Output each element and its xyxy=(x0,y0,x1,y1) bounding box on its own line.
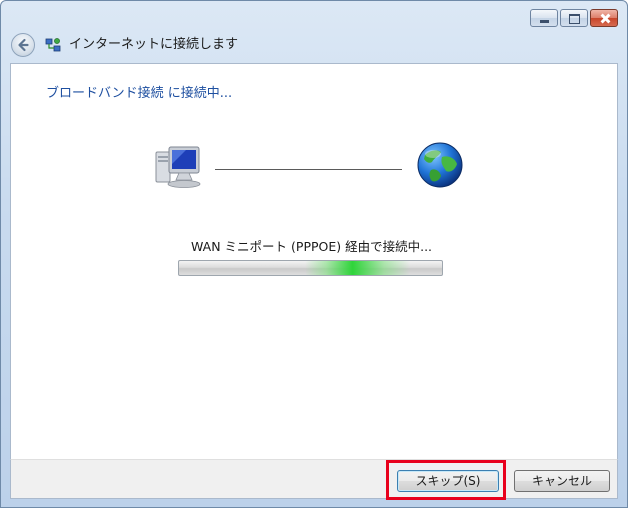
connection-line xyxy=(215,169,402,170)
close-button[interactable] xyxy=(590,9,618,27)
globe-icon xyxy=(417,142,463,188)
page-heading: ブロードバンド接続 に接続中... xyxy=(46,86,233,101)
back-arrow-icon xyxy=(18,38,29,52)
window-title: インターネットに接続します xyxy=(69,37,239,52)
connect-to-internet-window: インターネットに接続します ブロードバンド接続 に接続中... WAN ミニポー… xyxy=(0,0,628,508)
skip-button[interactable]: スキップ(S) xyxy=(397,470,499,492)
back-button[interactable] xyxy=(11,33,35,57)
button-bar: スキップ(S) キャンセル xyxy=(10,459,618,499)
progress-indicator xyxy=(179,261,442,275)
connection-status: WAN ミニポート (PPPOE) 経由で接続中... xyxy=(191,239,433,254)
cancel-button[interactable]: キャンセル xyxy=(514,470,610,492)
network-connection-icon xyxy=(45,38,61,52)
minimize-button[interactable] xyxy=(530,9,558,27)
maximize-button[interactable] xyxy=(560,9,588,27)
content-area: ブロードバンド接続 に接続中... WAN ミニポート (PPPOE) 経由で接… xyxy=(10,63,618,459)
connection-progress-bar xyxy=(178,260,443,276)
title-bar xyxy=(1,1,627,33)
computer-icon xyxy=(155,146,201,188)
